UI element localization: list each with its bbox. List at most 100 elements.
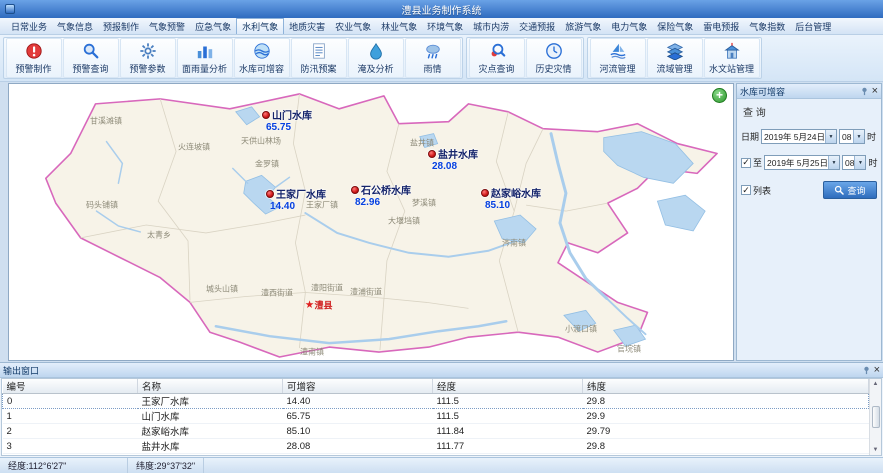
chevron-down-icon[interactable]: ▼ [825, 130, 836, 143]
menu-tab-气象信息[interactable]: 气象信息 [52, 18, 98, 34]
scroll-up-icon[interactable]: ▲ [873, 380, 879, 388]
reservoir-marker-赵家峪水库[interactable]: 赵家峪水库85.10 [481, 185, 541, 211]
app-window: 澧县业务制作系统 日常业务气象信息预报制作气象预警应急气象水利气象地质灾害农业气… [0, 0, 883, 473]
town-label: 官垸镇 [617, 344, 641, 355]
toolbar-button-flood-plan[interactable]: 防汛预案 [291, 38, 347, 78]
end-hour-value: 08 [845, 158, 854, 168]
menu-tab-预报制作[interactable]: 预报制作 [98, 18, 144, 34]
end-date-checkbox[interactable]: ✓ [741, 158, 751, 168]
column-header-名称[interactable]: 名称 [138, 379, 283, 394]
town-label: 澧西街道 [261, 288, 293, 299]
town-label: 太青乡 [147, 230, 171, 241]
reservoir-dot-icon [428, 150, 436, 158]
menu-tab-地质灾害[interactable]: 地质灾害 [284, 18, 330, 34]
scroll-thumb[interactable] [872, 406, 880, 428]
close-icon[interactable]: × [872, 87, 878, 96]
chevron-down-icon[interactable]: ▼ [853, 130, 864, 143]
toolbar-button-disaster-search[interactable]: 灾点查询 [469, 38, 525, 78]
table-cell: 85.10 [283, 424, 433, 439]
panel-title: 水库可增容 [740, 85, 785, 98]
hour-suffix: 时 [867, 130, 876, 143]
table-cell: 盐井水库 [138, 439, 283, 454]
menu-tab-气象预警[interactable]: 气象预警 [144, 18, 190, 34]
menu-tab-应急气象[interactable]: 应急气象 [190, 18, 236, 34]
menu-tab-气象指数[interactable]: 气象指数 [744, 18, 790, 34]
toolbar-button-alert-params[interactable]: 预警参数 [120, 38, 176, 78]
menu-tab-水利气象[interactable]: 水利气象 [236, 18, 284, 34]
scroll-down-icon[interactable]: ▼ [873, 446, 879, 454]
reservoir-dot-icon [266, 190, 274, 198]
reservoir-query-panel: 水库可增容 × 查 询 日期 2019年 5月24日 ▼ 08 ▼ [736, 83, 882, 361]
reservoir-marker-王家厂水库[interactable]: 王家厂水库14.40 [266, 186, 326, 212]
reservoir-dot-icon [481, 189, 489, 197]
menu-tab-交通预报[interactable]: 交通预报 [514, 18, 560, 34]
toolbar-button-reservoir-capacity[interactable]: 水库可增容 [234, 38, 290, 78]
reservoir-marker-山门水库[interactable]: 山门水库65.75 [262, 107, 312, 133]
reservoir-marker-石公桥水库[interactable]: 石公桥水库82.96 [351, 182, 411, 208]
start-date-picker[interactable]: 2019年 5月24日 ▼ [761, 129, 837, 144]
reservoir-name: 王家厂水库 [276, 186, 326, 201]
map-area[interactable]: 甘溪滩镇火连坡镇天供山林场金罗镇盐井镇码头铺镇太青乡王家厂镇梦溪镇大堰垱镇涔南镇… [8, 83, 734, 361]
map-add-button[interactable]: + [712, 88, 727, 103]
town-label: 金罗镇 [255, 159, 279, 170]
table-row[interactable]: 4石公桥水库82.96111.6529.8 [3, 454, 869, 457]
list-checkbox[interactable]: ✓ [741, 185, 751, 195]
end-date-picker[interactable]: 2019年 5月25日 ▼ [764, 155, 840, 170]
reservoir-marker-盐井水库[interactable]: 盐井水库28.08 [428, 146, 478, 172]
table-cell: 29.8 [583, 394, 869, 409]
table-row[interactable]: 1山门水库65.75111.529.9 [3, 409, 869, 424]
menu-tab-日常业务[interactable]: 日常业务 [6, 18, 52, 34]
query-button[interactable]: 查询 [823, 181, 877, 199]
toolbar: 预警制作预警查询预警参数面雨量分析水库可增容防汛预案淹及分析雨情灾点查询历史灾情… [0, 35, 883, 82]
reservoir-name: 赵家峪水库 [491, 185, 541, 200]
menu-tab-电力气象[interactable]: 电力气象 [606, 18, 652, 34]
toolbar-button-label: 历史灾情 [535, 62, 571, 75]
output-title: 输出窗口 [3, 364, 39, 377]
menu-tab-保险气象[interactable]: 保险气象 [652, 18, 698, 34]
pin-icon[interactable] [862, 366, 871, 375]
toolbar-button-label: 河流管理 [599, 62, 635, 75]
town-label: 澧南镇 [300, 347, 324, 358]
table-row[interactable]: 3盐井水库28.08111.7729.8 [3, 439, 869, 454]
table-cell: 3 [3, 439, 138, 454]
chevron-down-icon[interactable]: ▼ [828, 156, 839, 169]
column-header-可增容[interactable]: 可增容 [283, 379, 433, 394]
toolbar-button-history-disaster[interactable]: 历史灾情 [526, 38, 582, 78]
column-header-编号[interactable]: 编号 [3, 379, 138, 394]
column-header-经度[interactable]: 经度 [433, 379, 583, 394]
menu-tab-林业气象[interactable]: 林业气象 [376, 18, 422, 34]
menu-tab-后台管理[interactable]: 后台管理 [790, 18, 836, 34]
vertical-scrollbar[interactable]: ▲ ▼ [869, 379, 881, 455]
pin-icon[interactable] [860, 87, 869, 96]
toolbar-button-rain-analysis[interactable]: 面雨量分析 [177, 38, 233, 78]
town-label: 大堰垱镇 [388, 216, 420, 227]
town-label: 城头山镇 [206, 284, 238, 295]
table-cell: 山门水库 [138, 409, 283, 424]
table-row[interactable]: 2赵家峪水库85.10111.8429.79 [3, 424, 869, 439]
table-cell: 65.75 [283, 409, 433, 424]
menu-tab-城市内涝[interactable]: 城市内涝 [468, 18, 514, 34]
toolbar-button-rain-info[interactable]: 雨情 [405, 38, 461, 78]
start-hour-select[interactable]: 08 ▼ [839, 129, 865, 144]
toolbar-button-hydro-station-manage[interactable]: 水文站管理 [704, 38, 760, 78]
end-hour-select[interactable]: 08 ▼ [842, 155, 866, 170]
toolbar-button-label: 面雨量分析 [182, 62, 227, 75]
toolbar-button-inundation-analysis[interactable]: 淹及分析 [348, 38, 404, 78]
menu-tab-旅游气象[interactable]: 旅游气象 [560, 18, 606, 34]
menu-tab-雷电预报[interactable]: 雷电预报 [698, 18, 744, 34]
chevron-down-icon[interactable]: ▼ [854, 156, 865, 169]
toolbar-button-river-manage[interactable]: 河流管理 [590, 38, 646, 78]
output-header: 输出窗口 × [0, 363, 883, 378]
table-cell: 14.40 [283, 394, 433, 409]
menu-tab-农业气象[interactable]: 农业气象 [330, 18, 376, 34]
county-star-icon: ★ [305, 300, 313, 311]
toolbar-button-basin-manage[interactable]: 流域管理 [647, 38, 703, 78]
column-header-纬度[interactable]: 纬度 [583, 379, 869, 394]
toolbar-button-alert-make[interactable]: 预警制作 [6, 38, 62, 78]
close-icon[interactable]: × [874, 366, 880, 375]
toolbar-button-alert-search[interactable]: 预警查询 [63, 38, 119, 78]
menu-tab-环境气象[interactable]: 环境气象 [422, 18, 468, 34]
rain-analysis-icon [196, 42, 214, 60]
table-cell: 1 [3, 409, 138, 424]
table-row[interactable]: 0王家厂水库14.40111.529.8 [3, 394, 869, 409]
